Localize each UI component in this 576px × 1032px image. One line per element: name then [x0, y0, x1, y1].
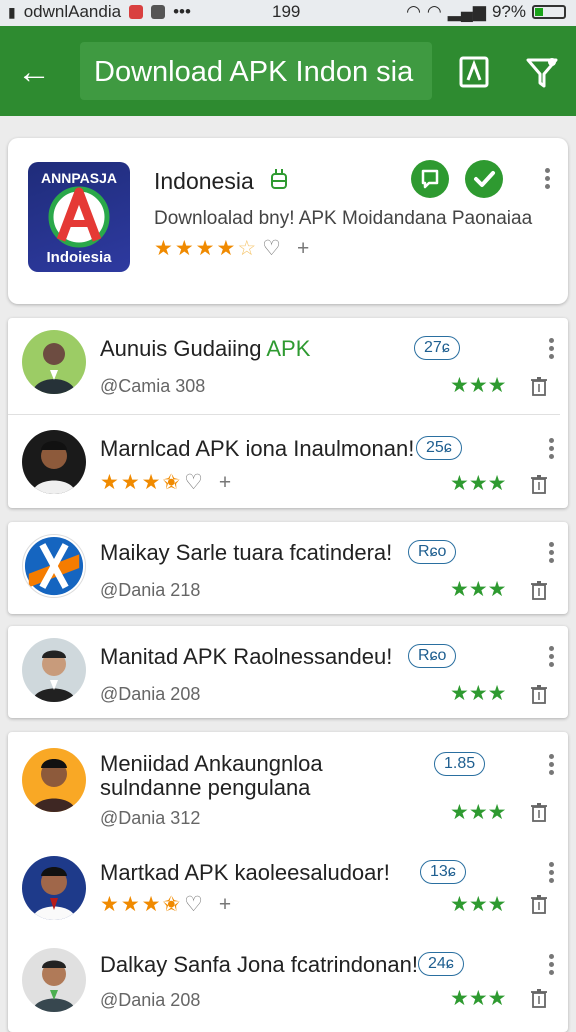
- wifi-icon-2: ◠: [426, 2, 442, 21]
- avatar: [22, 534, 86, 598]
- more-notifications-icon: •••: [173, 2, 191, 21]
- kebab-icon[interactable]: [546, 646, 556, 668]
- avatar: [22, 330, 86, 394]
- status-left: ▮ odwnlAandia •••: [8, 2, 191, 22]
- signal-icon: ▂▄▆: [447, 2, 486, 21]
- featured-app-logo: ANNPASJA Indoiesia: [28, 162, 130, 272]
- logo-top-text: ANNPASJA: [41, 170, 117, 186]
- app-title: Dalkay Sanfa Jona fcatrindonan!: [100, 952, 418, 977]
- plus-icon[interactable]: +: [219, 894, 231, 916]
- app-title: Manitad APK Raolnessandeu!: [100, 644, 393, 669]
- app-list-page: ANNPASJA Indoiesia Indonesia Downloalad …: [0, 116, 576, 1032]
- logo-bottom-text: Indoiesia: [46, 249, 112, 266]
- battery-percent: 9?%: [491, 2, 526, 21]
- trash-icon[interactable]: [530, 684, 548, 704]
- status-right: ◠ ◠ ▂▄▆ 9?%: [406, 2, 566, 22]
- featured-title: Indonesia: [154, 168, 290, 195]
- featured-app-card[interactable]: ANNPASJA Indoiesia Indonesia Downloalad …: [8, 138, 568, 304]
- version-badge: 1.85: [434, 752, 486, 776]
- version-badge: 24ɕ: [418, 952, 464, 976]
- app-title: Maikay Sarle tuara fcatindera!: [100, 540, 393, 565]
- avatar: [22, 948, 86, 1012]
- kebab-icon[interactable]: [546, 754, 556, 776]
- installed-check-button[interactable]: [465, 160, 503, 198]
- app-author: @Dania 208: [100, 990, 201, 1010]
- avatar: [22, 430, 86, 494]
- avatar: [22, 638, 86, 702]
- kebab-icon[interactable]: [542, 168, 552, 190]
- trash-icon[interactable]: [530, 474, 548, 494]
- chat-icon: [421, 169, 439, 189]
- app-author: @Dania 312: [100, 808, 201, 828]
- trash-icon[interactable]: [530, 894, 548, 914]
- filter-icon[interactable]: [522, 52, 562, 92]
- version-badge: Rɕo: [408, 540, 457, 564]
- app-title: Meniidad Ankaungnloa sulndanne pengulana: [100, 751, 323, 800]
- version-badge: 13ɕ: [420, 860, 466, 884]
- bookmark-icon[interactable]: [454, 52, 494, 92]
- avatar: [22, 856, 86, 920]
- trash-icon[interactable]: [530, 802, 548, 822]
- rating-stars: ★ ★ ★ ✬ ♡ +: [100, 471, 232, 494]
- rating-stars: ★ ★ ★ ✬ ♡ +: [100, 893, 232, 916]
- status-time: 199: [272, 2, 301, 21]
- rating-stars-green: ★★★: [450, 472, 507, 495]
- app-title: Martkad APK kaoleesaludoar!: [100, 860, 390, 885]
- rating-stars: ★★★: [450, 374, 507, 397]
- status-bar: ▮ odwnlAandia ••• 199 ◠ ◠ ▂▄▆ 9?%: [0, 0, 576, 26]
- app-author: @Dania 218: [100, 580, 201, 600]
- kebab-icon[interactable]: [546, 338, 556, 360]
- app-author: @Camia 308: [100, 376, 206, 396]
- plus-icon[interactable]: +: [297, 238, 309, 260]
- trash-icon[interactable]: [530, 376, 548, 396]
- app-title: Marnlcad APK iona Inaulmonan!: [100, 436, 415, 461]
- kebab-icon[interactable]: [546, 438, 556, 460]
- plus-icon[interactable]: +: [219, 472, 231, 494]
- wifi-icon: ◠: [406, 2, 421, 21]
- app-list-card[interactable]: Manitad APK Raolnessandeu! Rɕo @Dania 20…: [8, 626, 568, 718]
- check-icon: [474, 171, 495, 187]
- notification-icon: [129, 5, 144, 19]
- robot-icon: [271, 169, 288, 189]
- rating-stars: ★★★: [450, 801, 507, 824]
- heart-icon[interactable]: ♡: [262, 238, 281, 260]
- back-arrow-icon[interactable]: ←: [14, 52, 54, 92]
- version-badge: 25ɕ: [416, 436, 462, 460]
- kebab-icon[interactable]: [546, 862, 556, 884]
- lock-icon: ▮: [8, 3, 16, 20]
- search-box[interactable]: [80, 42, 432, 100]
- rating-stars-green: ★★★: [450, 893, 507, 916]
- rating-stars: ★★★: [450, 578, 507, 601]
- trash-icon[interactable]: [530, 988, 548, 1008]
- heart-icon[interactable]: ♡: [184, 894, 203, 916]
- featured-subtitle: Downloalad bny! APK Moidandana Paonaiaa: [154, 208, 533, 229]
- app-title: Aunuis Gudaiing APK: [100, 336, 311, 361]
- app-bar: ←: [0, 26, 576, 116]
- media-icon: [151, 5, 166, 19]
- carrier-label: odwnlAandia: [23, 2, 122, 21]
- app-author: @Dania 208: [100, 684, 201, 704]
- version-badge: 27ɕ: [414, 336, 460, 360]
- heart-icon[interactable]: ♡: [184, 472, 203, 494]
- battery-icon: [532, 5, 566, 19]
- logo-emblem-icon: [48, 186, 110, 248]
- featured-title-text: Indonesia: [154, 168, 254, 194]
- search-input[interactable]: [92, 50, 426, 94]
- chat-button[interactable]: [411, 160, 449, 198]
- app-list-card: Meniidad Ankaungnloa sulndanne pengulana…: [8, 732, 568, 1032]
- trash-icon[interactable]: [530, 580, 548, 600]
- rating-stars: ★★★: [450, 987, 507, 1010]
- version-badge: Rɕo: [408, 644, 457, 668]
- rating-stars: ★★★: [450, 682, 507, 705]
- divider: [8, 414, 560, 415]
- kebab-icon[interactable]: [546, 954, 556, 976]
- app-list-card[interactable]: Maikay Sarle tuara fcatindera! Rɕo @Dani…: [8, 522, 568, 614]
- featured-rating: ★ ★ ★ ★ ☆ ♡ +: [154, 237, 310, 260]
- kebab-icon[interactable]: [546, 542, 556, 564]
- app-list-card: Aunuis Gudaiing APK 27ɕ @Camia 308 ★★★ M…: [8, 318, 568, 508]
- avatar: [22, 748, 86, 812]
